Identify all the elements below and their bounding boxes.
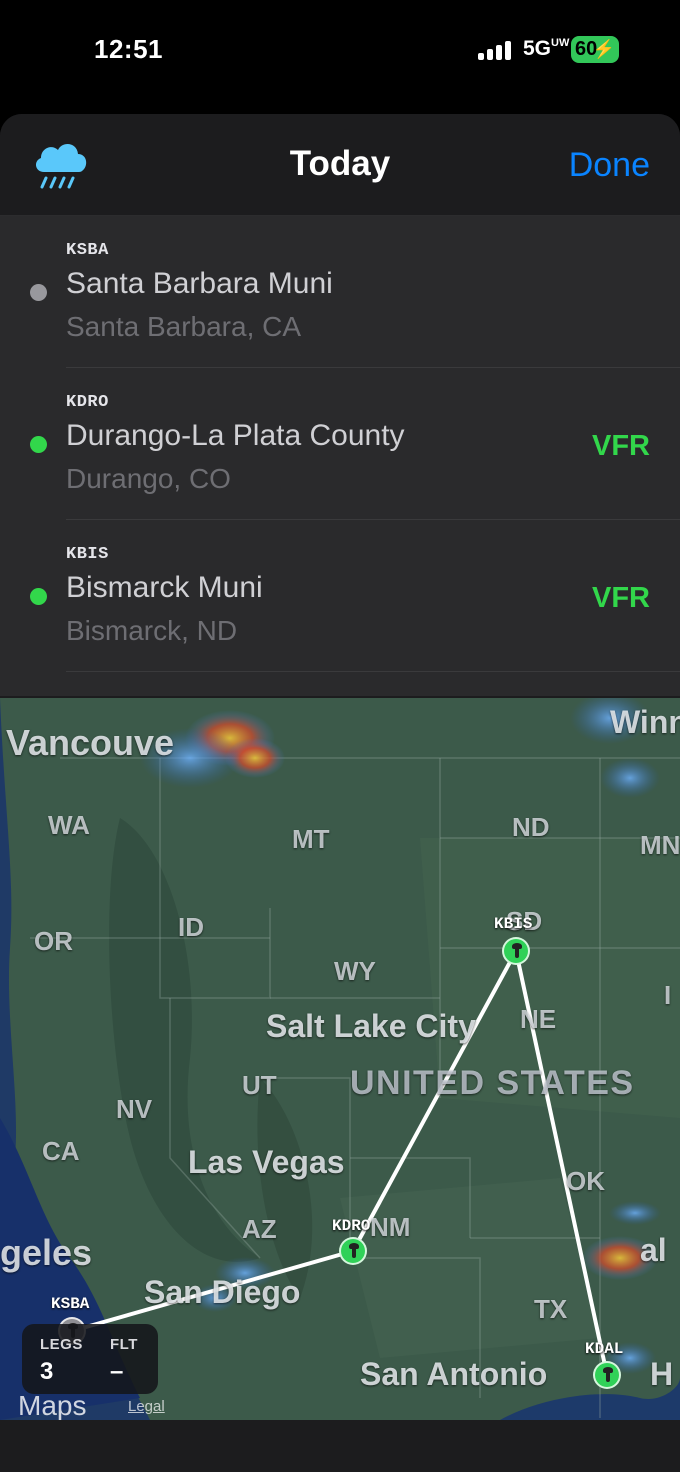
map-label-mn: MN (640, 830, 680, 860)
map-label-or: OR (34, 926, 73, 956)
airport-code: KDRO (66, 393, 109, 412)
signal-icon (478, 40, 514, 60)
waypoint-label: KBIS (494, 915, 533, 933)
airport-name: Santa Barbara Muni (66, 267, 333, 300)
map-background (0, 698, 680, 1420)
network-sub: UW (551, 37, 570, 49)
network-indicator: 5GUW (523, 37, 569, 61)
sheet-header: Today Done (0, 114, 680, 216)
map-label-ut: UT (242, 1070, 277, 1100)
airport-sheet: Today Done KSBA Santa Barbara Muni Santa… (0, 114, 680, 1472)
waypoint-label: KDAL (585, 1340, 624, 1358)
map-label-los-angeles: geles (0, 1232, 93, 1273)
map-label-houston: H (650, 1356, 674, 1392)
status-bar: 12:51 5GUW 60 ⚡ (0, 0, 680, 105)
legal-link[interactable]: Legal (128, 1398, 165, 1415)
map-label-id: ID (178, 912, 204, 942)
map-label-las-vegas: Las Vegas (188, 1144, 345, 1180)
airport-code: KSBA (66, 241, 109, 260)
list-item[interactable]: KBIS Bismarck Muni Bismarck, ND VFR (0, 520, 680, 672)
map-label-united-states: UNITED STATES (350, 1064, 635, 1102)
map-label-nm: NM (370, 1212, 411, 1242)
status-dot (30, 588, 47, 605)
map-label-az: AZ (242, 1214, 277, 1244)
map-label-tx: TX (534, 1294, 568, 1324)
map-label-ia: I (664, 980, 672, 1010)
legs-value: 3 (40, 1358, 54, 1385)
airport-city: Santa Barbara, CA (66, 311, 302, 342)
waypoint-pin-kbis[interactable] (502, 937, 530, 965)
route-map[interactable]: Vancouve Winn WA MT ND MN OR ID SD WY I … (0, 698, 680, 1420)
map-label-dallas: al (640, 1232, 667, 1268)
map-label-nv: NV (116, 1094, 153, 1124)
legs-label: LEGS (40, 1336, 83, 1353)
status-time: 12:51 (94, 34, 163, 64)
map-label-nd: ND (512, 812, 550, 842)
airport-city: Durango, CO (66, 463, 231, 494)
map-label-ne: NE (520, 1004, 557, 1034)
maps-attribution: Maps (18, 1390, 87, 1420)
battery-icon: 60 ⚡ (571, 36, 619, 63)
map-label-vancouver: Vancouve (6, 722, 175, 763)
waypoint-label: KDRO (332, 1217, 371, 1235)
map-label-ca: CA (42, 1136, 80, 1166)
status-dot (30, 436, 47, 453)
map-label-mt: MT (292, 824, 330, 854)
waypoint-label: KSBA (51, 1295, 90, 1313)
map-label-san-diego: San Diego (144, 1274, 301, 1310)
flight-category: VFR (592, 430, 650, 462)
list-item[interactable]: KSBA Santa Barbara Muni Santa Barbara, C… (0, 216, 680, 368)
map-label-wa: WA (48, 810, 90, 840)
flt-label: FLT (110, 1336, 138, 1353)
map-label-wy: WY (334, 956, 376, 986)
network-type: 5G (523, 37, 552, 60)
flt-value: – (110, 1358, 124, 1385)
flight-category: VFR (592, 582, 650, 614)
airport-list: KSBA Santa Barbara Muni Santa Barbara, C… (0, 216, 680, 696)
status-dot (30, 284, 47, 301)
bottom-bar (0, 1420, 680, 1472)
waypoint-pin-kdro[interactable] (339, 1237, 367, 1265)
list-item[interactable]: KDRO Durango-La Plata County Durango, CO… (0, 368, 680, 520)
waypoint-pin-kdal[interactable] (593, 1361, 621, 1389)
airport-code: KBIS (66, 545, 109, 564)
map-label-san-antonio: San Antonio (360, 1356, 548, 1392)
airport-name: Bismarck Muni (66, 571, 263, 604)
route-stats[interactable]: LEGS 3 FLT – (22, 1324, 158, 1394)
airport-city: Bismarck, ND (66, 615, 238, 646)
airport-name: Durango-La Plata County (66, 419, 405, 452)
done-button[interactable]: Done (569, 146, 650, 185)
row-divider (66, 671, 680, 672)
map-label-salt-lake-city: Salt Lake City (266, 1008, 476, 1044)
map-label-winnipeg: Winn (610, 704, 680, 740)
map-label-ok: OK (566, 1166, 605, 1196)
